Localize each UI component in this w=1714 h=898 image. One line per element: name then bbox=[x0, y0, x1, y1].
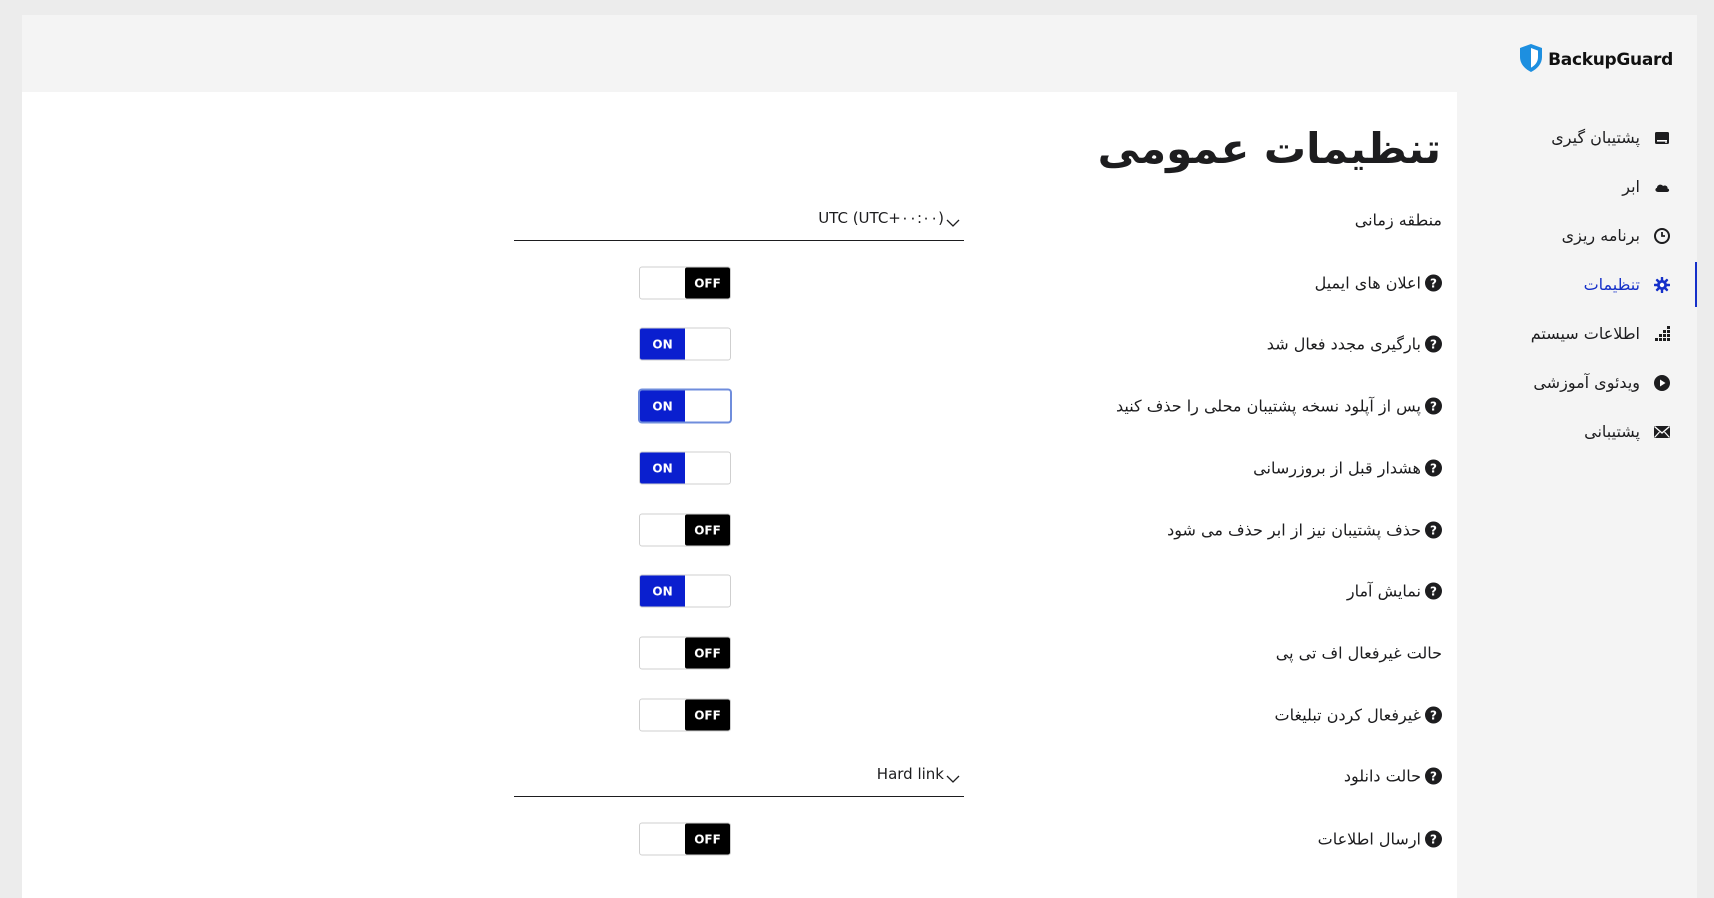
shield-icon bbox=[1518, 43, 1544, 77]
help-icon[interactable]: ? bbox=[1425, 397, 1442, 415]
toggle-off-label: OFF bbox=[685, 637, 730, 669]
clock-icon bbox=[1652, 226, 1672, 246]
help-icon[interactable]: ? bbox=[1425, 335, 1442, 353]
setting-row: ارسال اطلاعات? OFFOFF bbox=[22, 816, 1442, 862]
toggle-off-label: OFF bbox=[685, 823, 730, 855]
setting-row: اعلان های ایمیل? OFFOFF bbox=[22, 260, 1442, 306]
setting-label-group: نمایش آمار? bbox=[1347, 582, 1442, 601]
sidebar-item-2[interactable]: برنامه ریزی bbox=[1462, 211, 1697, 260]
setting-label-group: هشدار قبل از بروزرسانی? bbox=[1253, 459, 1442, 478]
setting-label-group: حذف پشتیبان نیز از ابر حذف می شود? bbox=[1167, 521, 1442, 540]
help-icon[interactable]: ? bbox=[1425, 274, 1442, 292]
setting-row: پس از آپلود نسخه پشتیبان محلی را حذف کنی… bbox=[22, 383, 1442, 429]
setting-label: حالت دانلود bbox=[1343, 766, 1421, 786]
sidebar-item-0[interactable]: پشتیبان گیری bbox=[1462, 113, 1697, 162]
setting-row: غیرفعال کردن تبلیغات? OFFOFF bbox=[22, 692, 1442, 738]
toggle-on-label: ON bbox=[640, 575, 685, 607]
cloud-icon bbox=[1652, 177, 1672, 197]
setting-select[interactable]: Hard link bbox=[514, 755, 964, 797]
setting-row: حذف پشتیبان نیز از ابر حذف می شود? OFFOFF bbox=[22, 507, 1442, 553]
envelope-icon bbox=[1652, 422, 1672, 442]
sidebar-item-label: پشتیبان گیری bbox=[1551, 128, 1640, 147]
setting-toggle[interactable]: OFFOFF bbox=[639, 698, 731, 732]
toggle-on-label: ON bbox=[640, 390, 685, 422]
help-icon[interactable]: ? bbox=[1425, 521, 1442, 539]
setting-label: نمایش آمار bbox=[1346, 581, 1421, 601]
setting-label: هشدار قبل از بروزرسانی bbox=[1253, 458, 1421, 478]
setting-label-group: بارگیری مجدد فعال شد? bbox=[1267, 335, 1442, 354]
sidebar-item-label: ابر bbox=[1622, 177, 1640, 196]
toggle-off-label: OFF bbox=[685, 267, 730, 299]
setting-row: بارگیری مجدد فعال شد? ONON bbox=[22, 321, 1442, 367]
app-frame: تنظیمات عمومی منطقه زمانی UTC (UTC+۰۰:۰۰)… bbox=[22, 15, 1697, 898]
setting-label-group: منطقه زمانی bbox=[1355, 211, 1442, 230]
sidebar-nav: پشتیبان گیری ابر برنامه ریزی تنظیمات اطلاعات… bbox=[1462, 113, 1697, 456]
main-content: تنظیمات عمومی منطقه زمانی UTC (UTC+۰۰:۰۰)… bbox=[22, 92, 1457, 898]
help-icon[interactable]: ? bbox=[1425, 582, 1442, 600]
play-icon bbox=[1652, 373, 1672, 393]
toggle-on-label: ON bbox=[640, 452, 685, 484]
setting-toggle[interactable]: OFFOFF bbox=[639, 266, 731, 300]
setting-label-group: پس از آپلود نسخه پشتیبان محلی را حذف کنی… bbox=[1116, 397, 1442, 416]
sidebar-item-label: پشتیبانی bbox=[1584, 422, 1640, 441]
page-title: تنظیمات عمومی bbox=[1097, 124, 1441, 173]
sidebar-item-label: تنظیمات bbox=[1583, 275, 1640, 294]
setting-label-group: اعلان های ایمیل? bbox=[1315, 274, 1442, 293]
sidebar-item-label: اطلاعات سیستم bbox=[1530, 324, 1640, 343]
setting-label: اعلان های ایمیل bbox=[1314, 273, 1421, 293]
gear-icon bbox=[1652, 275, 1672, 295]
setting-label: منطقه زمانی bbox=[1354, 210, 1442, 230]
setting-toggle[interactable]: ONON bbox=[639, 574, 731, 608]
setting-label-group: ارسال اطلاعات? bbox=[1318, 830, 1442, 849]
sidebar-item-label: برنامه ریزی bbox=[1561, 226, 1640, 245]
setting-label-group: غیرفعال کردن تبلیغات? bbox=[1275, 706, 1442, 725]
setting-label: پس از آپلود نسخه پشتیبان محلی را حذف کنی… bbox=[1115, 396, 1421, 416]
setting-toggle[interactable]: ONON bbox=[639, 327, 731, 361]
select-value: Hard link bbox=[876, 765, 944, 783]
setting-toggle[interactable]: ONON bbox=[639, 451, 731, 485]
sidebar-item-6[interactable]: پشتیبانی bbox=[1462, 407, 1697, 456]
brand-name: BackupGuard bbox=[1548, 50, 1673, 70]
sidebar-item-1[interactable]: ابر bbox=[1462, 162, 1697, 211]
sidebar-item-4[interactable]: اطلاعات سیستم bbox=[1462, 309, 1697, 358]
help-icon[interactable]: ? bbox=[1425, 767, 1442, 785]
setting-label: غیرفعال کردن تبلیغات bbox=[1274, 705, 1421, 725]
chevron-down-icon bbox=[946, 213, 960, 232]
setting-label: ارسال اطلاعات bbox=[1317, 829, 1421, 849]
sidebar-item-5[interactable]: ویدئوی آموزشی bbox=[1462, 358, 1697, 407]
setting-row: هشدار قبل از بروزرسانی? ONON bbox=[22, 445, 1442, 491]
system-info-icon bbox=[1652, 324, 1672, 344]
help-icon[interactable]: ? bbox=[1425, 830, 1442, 848]
chevron-down-icon bbox=[946, 769, 960, 788]
drive-icon bbox=[1652, 128, 1672, 148]
toggle-off-label: OFF bbox=[685, 514, 730, 546]
setting-label-group: حالت دانلود? bbox=[1344, 767, 1442, 786]
setting-row: حالت غیرفعال اف تی پی OFFOFF bbox=[22, 630, 1442, 676]
setting-toggle[interactable]: OFFOFF bbox=[639, 822, 731, 856]
setting-label: حالت غیرفعال اف تی پی bbox=[1275, 643, 1442, 663]
setting-select[interactable]: UTC (UTC+۰۰:۰۰) bbox=[514, 199, 964, 241]
sidebar-item-label: ویدئوی آموزشی bbox=[1533, 373, 1640, 392]
setting-toggle[interactable]: ONON bbox=[639, 389, 731, 423]
setting-label: بارگیری مجدد فعال شد bbox=[1266, 334, 1421, 354]
setting-toggle[interactable]: OFFOFF bbox=[639, 636, 731, 670]
help-icon[interactable]: ? bbox=[1425, 706, 1442, 724]
brand-logo[interactable]: BackupGuard bbox=[1518, 43, 1673, 77]
setting-row: حالت دانلود? Hard link bbox=[22, 753, 1442, 799]
sidebar-item-3[interactable]: تنظیمات bbox=[1462, 260, 1697, 309]
toggle-on-label: ON bbox=[640, 328, 685, 360]
setting-row: منطقه زمانی UTC (UTC+۰۰:۰۰) bbox=[22, 197, 1442, 243]
setting-toggle[interactable]: OFFOFF bbox=[639, 513, 731, 547]
setting-label-group: حالت غیرفعال اف تی پی bbox=[1276, 644, 1442, 663]
help-icon[interactable]: ? bbox=[1425, 459, 1442, 477]
select-value: UTC (UTC+۰۰:۰۰) bbox=[818, 209, 944, 227]
setting-label: حذف پشتیبان نیز از ابر حذف می شود bbox=[1167, 520, 1421, 540]
toggle-off-label: OFF bbox=[685, 699, 730, 731]
setting-row: نمایش آمار? ONON bbox=[22, 568, 1442, 614]
